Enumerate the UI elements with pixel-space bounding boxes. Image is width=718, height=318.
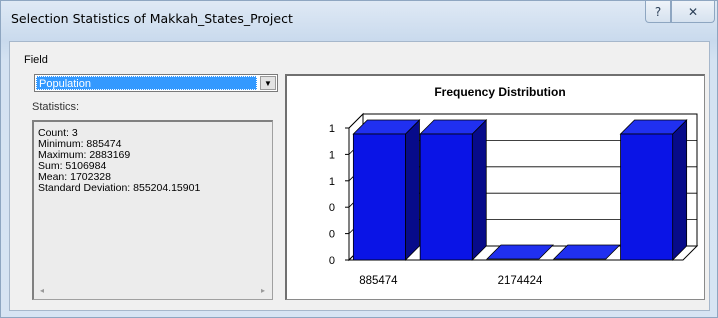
statistics-label: Statistics:: [32, 101, 80, 113]
field-select[interactable]: Population ▼: [34, 74, 278, 92]
window-title: Selection Statistics of Makkah_States_Pr…: [11, 11, 293, 26]
x-tick-label: 2174424: [498, 275, 543, 287]
bar: [620, 133, 674, 261]
bar-side: [405, 119, 420, 261]
statistics-lines: Count: 3 Minimum: 885474 Maximum: 288316…: [38, 128, 200, 194]
statistics-textbox[interactable]: Count: 3 Minimum: 885474 Maximum: 288316…: [32, 120, 273, 300]
field-select-value: Population: [36, 76, 257, 90]
bar: [352, 133, 406, 261]
scroll-right-icon[interactable]: ▸: [261, 286, 265, 295]
horizontal-scrollbar[interactable]: ◂ ▸: [36, 283, 269, 297]
y-tick-label: 0: [329, 229, 335, 241]
y-tick-label: 0: [329, 255, 335, 267]
y-tick-label: 1: [329, 123, 335, 135]
dropdown-arrow-icon[interactable]: ▼: [260, 76, 276, 90]
help-button[interactable]: ?: [645, 1, 671, 23]
chart-title: Frequency Distribution: [434, 85, 565, 99]
bar-side: [672, 119, 688, 261]
close-button[interactable]: ✕: [671, 1, 715, 23]
bar-side: [471, 119, 487, 261]
bar: [419, 133, 473, 261]
y-tick-label: 0: [329, 202, 335, 214]
frequency-chart: Frequency Distribution 0 0 0 1 1 1 885474 217442…: [329, 85, 699, 287]
scroll-left-icon[interactable]: ◂: [40, 286, 44, 295]
title-bar[interactable]: Selection Statistics of Makkah_States_Pr…: [1, 1, 717, 35]
dialog-window: Selection Statistics of Makkah_States_Pr…: [0, 0, 718, 318]
stat-standard-deviation: Standard Deviation: 855204.15901: [38, 182, 201, 194]
frequency-chart-panel: Frequency Distribution 0 0 0 1 1 1 885474 217442…: [285, 74, 705, 300]
field-label: Field: [24, 54, 48, 66]
y-tick-label: 1: [329, 149, 335, 161]
y-tick-label: 1: [329, 176, 335, 188]
x-tick-label: 885474: [359, 275, 398, 287]
